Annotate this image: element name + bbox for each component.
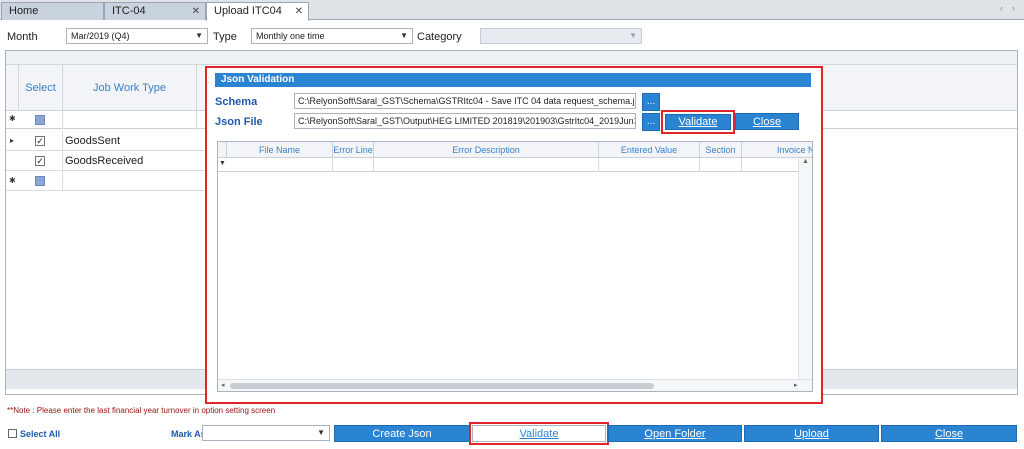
row-selector-icon: ▸ (10, 136, 15, 145)
button-label: Open Folder (644, 428, 706, 440)
table-row[interactable]: ▸ ✓ GoodsSent (6, 131, 216, 151)
button-label: Close (934, 428, 964, 440)
scroll-left-icon[interactable]: ◂ (221, 381, 225, 389)
close-icon[interactable]: ✕ (192, 3, 200, 20)
button-label: Validate (519, 428, 559, 440)
json-file-label: Json File (215, 116, 263, 128)
scroll-right-icon[interactable]: ▸ (794, 381, 798, 389)
column-header-file-name[interactable]: File Name (227, 142, 333, 158)
create-json-button[interactable]: Create Json (334, 425, 470, 442)
tab-itc04[interactable]: ITC-04 ✕ (104, 2, 206, 20)
button-label: Upload (794, 428, 829, 440)
column-header-invoice-no[interactable]: Invoice No (742, 142, 812, 158)
dropdown-arrow-icon[interactable]: ▼ (195, 29, 203, 43)
close-icon[interactable]: ✕ (295, 3, 303, 20)
type-value: Monthly one time (256, 31, 325, 41)
button-label: Create Json (372, 428, 432, 440)
month-select[interactable]: Mar/2019 (Q4) ▼ (66, 28, 208, 44)
month-label: Month (7, 31, 38, 43)
job-work-type-cell: GoodsSent (65, 135, 121, 147)
close-button[interactable]: Close (881, 425, 1017, 442)
dialog-close-button[interactable]: Close (735, 113, 799, 130)
note-text: **Note : Please enter the last financial… (7, 406, 276, 415)
column-header-select[interactable]: Select (19, 82, 62, 94)
column-header-error-description[interactable]: Error Description (374, 142, 599, 158)
json-file-path-field[interactable]: C:\RelyonSoft\Saral_GST\Output\HEG LIMIT… (294, 113, 636, 129)
upload-button[interactable]: Upload (744, 425, 879, 442)
select-all-label[interactable]: Select All (20, 429, 60, 439)
scrollbar-thumb[interactable] (230, 383, 654, 389)
chevron-right-icon[interactable]: › (1012, 3, 1015, 13)
dropdown-arrow-icon: ▼ (629, 31, 637, 40)
select-all-checkbox[interactable] (8, 429, 17, 438)
vertical-scrollbar[interactable]: ▲ (798, 158, 812, 379)
scroll-up-icon[interactable]: ▲ (802, 158, 809, 165)
type-select[interactable]: Monthly one time ▼ (251, 28, 413, 44)
schema-label: Schema (215, 96, 258, 108)
month-value: Mar/2019 (Q4) (71, 31, 130, 41)
row-checkbox[interactable]: ✓ (35, 136, 45, 146)
category-label: Category (417, 31, 462, 43)
dropdown-arrow-icon[interactable]: ▼ (317, 426, 325, 440)
mark-as-label: Mark As (171, 429, 206, 439)
column-header-section[interactable]: Section (700, 142, 742, 158)
new-row-icon: ✱ (9, 176, 16, 185)
filter-checkbox[interactable] (35, 115, 45, 125)
tab-label: Home (9, 5, 39, 17)
column-header-job-work-type[interactable]: Job Work Type (63, 82, 196, 94)
tab-bar: Home ITC-04 ✕ Upload ITC04 ✕ ‹ › (0, 0, 1024, 21)
table-row[interactable]: ✓ GoodsReceived (6, 151, 216, 171)
schema-browse-button[interactable]: ... (642, 93, 660, 111)
row-checkbox[interactable]: ✓ (35, 156, 45, 166)
open-folder-button[interactable]: Open Folder (608, 425, 742, 442)
category-select[interactable]: ▼ (480, 28, 642, 44)
column-header-error-line[interactable]: Error Line (333, 142, 374, 158)
mark-as-select[interactable]: ▼ (202, 425, 330, 441)
column-header-entered-value[interactable]: Entered Value (599, 142, 700, 158)
json-validation-dialog: Json Validation Schema C:\RelyonSoft\Sar… (205, 66, 823, 404)
job-work-type-cell: GoodsReceived (65, 155, 144, 167)
tab-label: ITC-04 (112, 5, 146, 17)
type-label: Type (213, 31, 237, 43)
tab-label: Upload ITC04 (214, 5, 282, 17)
results-grid-header: File Name Error Line Error Description E… (218, 142, 812, 158)
new-row[interactable]: ✱ (6, 171, 216, 191)
tab-upload-itc04[interactable]: Upload ITC04 ✕ (206, 2, 309, 21)
grid-group-bar (6, 51, 1017, 65)
filter-icon[interactable]: ▼ (219, 160, 226, 167)
json-file-browse-button[interactable]: ... (642, 113, 660, 131)
dropdown-arrow-icon[interactable]: ▼ (400, 29, 408, 43)
horizontal-scrollbar[interactable]: ◂ ▸ (218, 379, 812, 391)
tab-home[interactable]: Home (1, 2, 104, 20)
schema-path-field[interactable]: C:\RelyonSoft\Saral_GST\Schema\GSTRItc04… (294, 93, 636, 109)
dialog-validate-button[interactable]: Validate (665, 114, 731, 130)
validation-results-grid: File Name Error Line Error Description E… (217, 141, 813, 392)
filter-row-icon: ✱ (9, 114, 16, 123)
results-filter-row[interactable]: ▼ (218, 158, 812, 172)
chevron-left-icon[interactable]: ‹ (1000, 3, 1003, 13)
dialog-title: Json Validation (215, 73, 811, 87)
validate-button[interactable]: Validate (472, 425, 606, 442)
new-row-checkbox[interactable] (35, 176, 45, 186)
